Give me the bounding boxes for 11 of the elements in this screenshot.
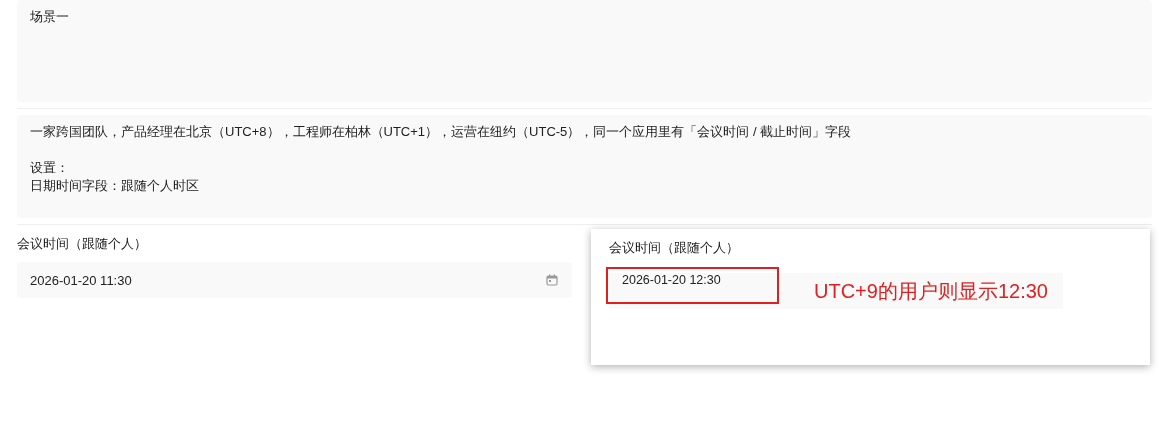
description-text: 一家跨国团队，产品经理在北京（UTC+8），工程师在柏林（UTC+1），运营在纽约（UTC-5），同一个应用里有「会议时间 / 截止时间」字段	[30, 123, 852, 141]
scenario-title: 场景一	[30, 8, 69, 26]
description-text: 设置：	[30, 159, 69, 177]
field-label: 会议时间（跟随个人）	[17, 236, 147, 252]
calendar-icon[interactable]	[546, 274, 558, 286]
field-label: 会议时间（跟随个人）	[609, 240, 739, 257]
annotation-text: UTC+9的用户则显示12:30	[814, 279, 1048, 303]
highlighted-value: 2026-01-20 12:30	[606, 267, 779, 304]
datetime-field[interactable]	[609, 273, 1063, 309]
datetime-field[interactable]: 2026-01-20 11:30	[17, 262, 572, 298]
description-text: 日期时间字段：跟随个人时区	[30, 177, 199, 195]
